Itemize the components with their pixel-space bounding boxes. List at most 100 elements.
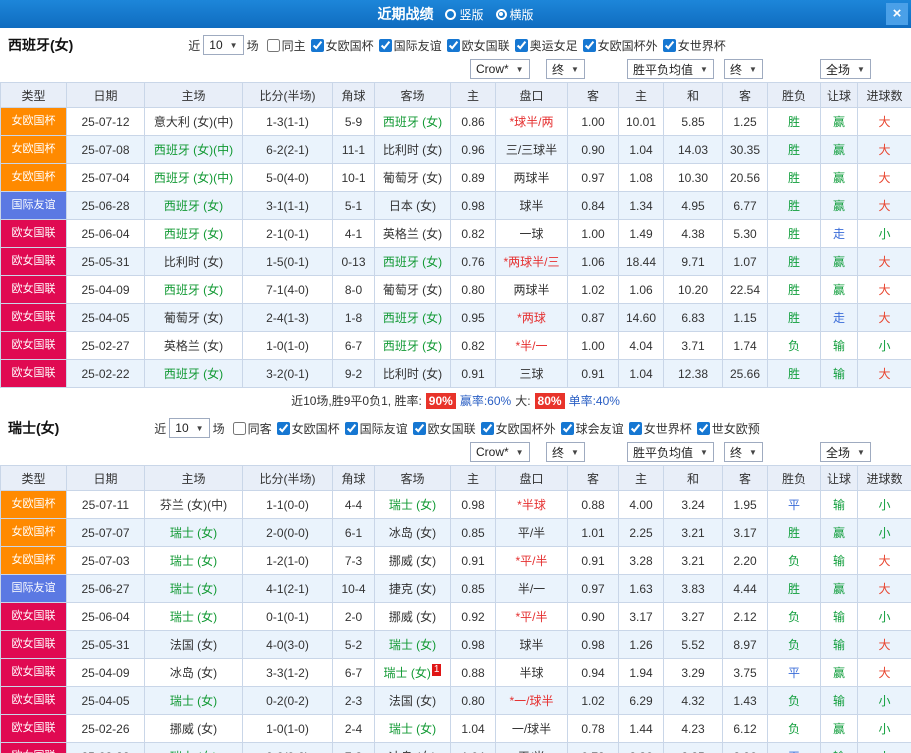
odds-filter-select[interactable]: 终 ▼ [546,442,585,462]
checkbox-input[interactable] [310,38,324,52]
filter-checkbox[interactable]: 女世界杯 [662,37,726,54]
checkbox-input[interactable] [412,421,426,435]
close-button[interactable]: × [886,3,908,25]
score-cell: 7-1(4-0) [242,275,333,304]
match-row: 欧女国联 25-05-31 比利时 (女) 1-5(0-1) 0-13 西班牙 (女) 0.… [0,247,911,276]
result-cell: 胜 [767,275,821,304]
date-cell: 25-06-04 [66,219,145,248]
chevron-down-icon: ▼ [571,447,579,457]
date-cell: 25-04-05 [66,686,145,715]
filter-checkbox[interactable]: 国际友谊 [344,420,408,437]
column-header: 主 [618,465,664,491]
avg-draw-cell: 4.32 [663,686,723,715]
checkbox-label: 国际友谊 [359,421,408,436]
home-team-cell: 西班牙 (女) [144,191,243,220]
odds-filter-select[interactable]: 终 ▼ [546,59,585,79]
corner-cell: 10-1 [332,163,375,192]
avg-draw-cell: 3.24 [663,490,723,519]
checkbox-input[interactable] [446,38,460,52]
result-cell: 胜 [767,219,821,248]
select-value: Crow* [476,445,509,459]
home-odds-cell: 0.91 [450,546,496,575]
score-cell: 0-2(0-2) [242,686,333,715]
column-header: 和 [663,82,723,108]
score-cell: 5-0(4-0) [242,163,333,192]
away-team-cell: 西班牙 (女) [374,107,451,136]
handicap-cell: *半/一 [495,331,568,360]
checkbox-input[interactable] [378,38,392,52]
checkbox-input[interactable] [344,421,358,435]
checkbox-input[interactable] [582,38,596,52]
checkbox-input[interactable] [232,421,246,435]
filter-checkbox[interactable]: 女欧国杯外 [582,37,658,54]
filter-checkbox[interactable]: 世女欧预 [696,420,760,437]
checkbox-input[interactable] [480,421,494,435]
odds-filter-select[interactable]: 终 ▼ [724,59,763,79]
match-count-select[interactable]: 10 ▼ [169,418,210,438]
handicap-result-cell: 走 [820,219,858,248]
match-count-select[interactable]: 10 ▼ [203,35,244,55]
corner-cell: 2-3 [332,686,375,715]
date-cell: 25-05-31 [66,630,145,659]
filter-checkbox[interactable]: 女世界杯 [628,420,692,437]
away-team-cell: 瑞士 (女) 1 [374,658,451,687]
filter-checkbox[interactable]: 女欧国杯外 [480,420,556,437]
odds-filter-select[interactable]: 胜平负均值 ▼ [627,59,714,79]
filter-checkbox[interactable]: 国际友谊 [378,37,442,54]
filter-checkbox[interactable]: 女欧国杯 [310,37,374,54]
checkbox-label: 女世界杯 [677,38,726,53]
away-odds-cell: 1.02 [567,686,619,715]
checkbox-input[interactable] [662,38,676,52]
checkbox-label: 国际友谊 [393,38,442,53]
filter-checkbox[interactable]: 同主 [266,37,306,54]
checkbox-input[interactable] [514,38,528,52]
home-team-cell: 比利时 (女) [144,247,243,276]
checkbox-input[interactable] [276,421,290,435]
checkbox-label: 球会友谊 [575,421,624,436]
radio-horizontal-layout[interactable]: 横版 [495,6,534,23]
column-header: 类型 [0,465,67,491]
odds-filter-select[interactable]: Crow* ▼ [470,59,530,79]
handicap-cell: 半/一 [495,574,568,603]
checkbox-input[interactable] [628,421,642,435]
odds-filter-select[interactable]: Crow* ▼ [470,442,530,462]
away-team-cell: 葡萄牙 (女) [374,163,451,192]
filter-checkbox[interactable]: 同客 [232,420,272,437]
filter-checkbox[interactable]: 欧女国联 [446,37,510,54]
radio-vertical-layout[interactable]: 竖版 [445,6,484,23]
handicap-cell: *半球 [495,490,568,519]
odds-filter-select[interactable]: 全场 ▼ [820,442,871,462]
odds-filter-bar: Crow* ▼ 终 ▼ 胜平负均值 ▼ 终 ▼ 全场 ▼ [0,58,911,82]
away-odds-cell: 0.78 [567,742,619,753]
filter-checkbox[interactable]: 女欧国杯 [276,420,340,437]
checkbox-input[interactable] [266,38,280,52]
league-badge-cell: 国际友谊 [0,191,67,220]
result-cell: 负 [767,714,821,743]
select-value: 胜平负均值 [633,62,694,77]
odds-filter-select[interactable]: 终 ▼ [724,442,763,462]
avg-away-cell: 3.17 [722,518,768,547]
checkbox-label: 女世界杯 [643,421,692,436]
column-header: 客 [722,82,768,108]
league-badge: 欧女国联 [1,276,66,303]
odds-filter-select[interactable]: 胜平负均值 ▼ [627,442,714,462]
filter-checkbox[interactable]: 奥运女足 [514,37,578,54]
handicap-result-cell: 输 [820,602,858,631]
filter-checkbox[interactable]: 球会友谊 [560,420,624,437]
record-summary-bar: 近10场,胜9平0负1, 胜率: 90% 赢率:60% 大: 80% 单率:40% [0,390,911,411]
red-card-badge: 1 [431,664,442,676]
home-team-cell: 西班牙 (女)(中) [144,163,243,192]
result-cell: 胜 [767,135,821,164]
filter-checkbox[interactable]: 欧女国联 [412,420,476,437]
handicap-result-cell: 赢 [820,135,858,164]
checkbox-input[interactable] [696,421,710,435]
home-team-cell: 挪威 (女) [144,714,243,743]
column-header: 日期 [66,82,145,108]
league-badge: 女欧国杯 [1,164,66,191]
away-team-cell: 英格兰 (女) [374,219,451,248]
goals-cell: 大 [857,546,911,575]
checkbox-input[interactable] [560,421,574,435]
avg-home-cell: 1.34 [618,191,664,220]
matches-label: 场 [212,421,225,436]
odds-filter-select[interactable]: 全场 ▼ [820,59,871,79]
